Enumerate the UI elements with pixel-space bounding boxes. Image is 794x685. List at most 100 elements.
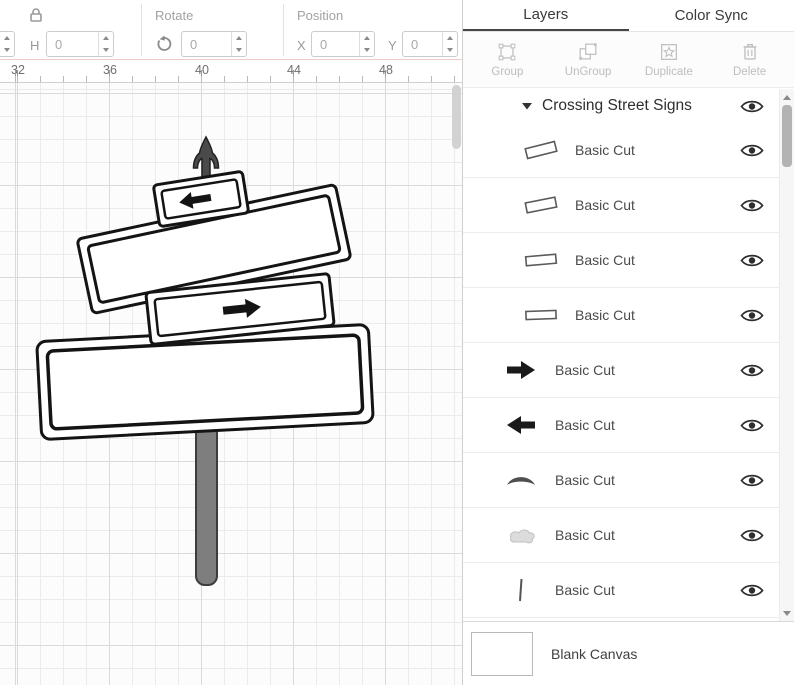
ungroup-button[interactable]: UnGroup <box>553 41 623 78</box>
visibility-toggle[interactable] <box>740 197 764 214</box>
layer-row[interactable]: Basic Cut <box>463 453 794 508</box>
group-button-label: Group <box>491 66 523 78</box>
visibility-toggle[interactable] <box>740 527 764 544</box>
visibility-toggle[interactable] <box>740 472 764 489</box>
eye-icon <box>740 417 764 434</box>
blank-canvas-row[interactable]: Blank Canvas <box>463 621 794 685</box>
toolbar-divider <box>283 4 284 56</box>
layer-list: Crossing Street Signs Basic Cut Basic Cu… <box>463 89 794 621</box>
layer-list-scrollbar[interactable] <box>779 89 794 621</box>
thumb-cap-shape-icon <box>501 466 541 494</box>
width-stepper[interactable] <box>0 31 15 57</box>
blank-sign-bottom <box>37 324 374 439</box>
position-y-stepper[interactable] <box>442 32 457 56</box>
horizontal-ruler: 32 36 40 44 48 <box>0 61 462 83</box>
eye-icon <box>740 307 764 324</box>
visibility-toggle[interactable] <box>740 362 764 379</box>
position-y-value: 0 <box>403 37 442 52</box>
layer-row-label: Basic Cut <box>555 472 615 488</box>
thumb-line-shape-icon <box>501 576 541 604</box>
sign-pole <box>196 419 217 585</box>
layer-row[interactable]: Basic Cut <box>463 563 794 618</box>
position-x-stepper[interactable] <box>359 32 374 56</box>
chevron-down-icon[interactable] <box>521 102 533 110</box>
height-stepper[interactable] <box>98 32 113 56</box>
lock-icon[interactable] <box>28 7 44 23</box>
layer-row-label: Basic Cut <box>575 197 635 213</box>
visibility-toggle[interactable] <box>740 307 764 324</box>
rotate-icon[interactable] <box>155 35 173 53</box>
height-label: H <box>30 38 39 53</box>
eye-icon <box>740 197 764 214</box>
thumb-arrow-left-icon <box>501 411 541 439</box>
layer-row[interactable]: Basic Cut <box>463 398 794 453</box>
position-x-input[interactable]: 0 <box>311 31 375 57</box>
panel-tabs: Layers Color Sync <box>463 0 794 32</box>
design-app-window: H 0 Rotate 0 Position X 0 Y 0 32 36 40 4… <box>0 0 794 685</box>
layer-group-title: Crossing Street Signs <box>542 97 692 115</box>
layer-row[interactable]: Basic Cut <box>463 343 794 398</box>
layer-row[interactable]: Basic Cut <box>463 123 794 178</box>
group-button[interactable]: Group <box>472 41 542 78</box>
eye-icon <box>740 252 764 269</box>
visibility-toggle[interactable] <box>740 417 764 434</box>
delete-icon <box>739 41 761 63</box>
rotate-value: 0 <box>182 37 231 52</box>
visibility-toggle[interactable] <box>740 98 764 115</box>
position-label: Position <box>297 8 343 23</box>
layer-row-label: Basic Cut <box>575 252 635 268</box>
eye-icon <box>740 98 764 115</box>
ungroup-button-label: UnGroup <box>565 66 612 78</box>
eye-icon <box>740 527 764 544</box>
eye-icon <box>740 472 764 489</box>
layer-row[interactable]: Basic Cut <box>463 508 794 563</box>
thumb-arrow-right-icon <box>501 356 541 384</box>
ruler-minor-ticks <box>0 76 462 82</box>
thumb-gray-shape-icon <box>501 521 541 549</box>
layer-row-label: Basic Cut <box>555 417 615 433</box>
canvas-vertical-scrollbar-thumb[interactable] <box>452 85 461 149</box>
blank-canvas-label: Blank Canvas <box>551 646 637 662</box>
duplicate-button-label: Duplicate <box>645 66 693 78</box>
eye-icon <box>740 142 764 159</box>
layer-row-label: Basic Cut <box>555 582 615 598</box>
tab-color-sync[interactable]: Color Sync <box>629 0 794 31</box>
ungroup-icon <box>577 41 599 63</box>
layer-actions-toolbar: Group UnGroup Duplicate Delete <box>463 32 794 88</box>
canvas-color-swatch[interactable] <box>471 632 533 676</box>
layer-group-header[interactable]: Crossing Street Signs <box>463 89 794 123</box>
rotate-label: Rotate <box>155 8 193 23</box>
thumb-sign-flat-icon <box>521 246 561 274</box>
scroll-down-arrow-icon[interactable] <box>780 606 794 620</box>
position-x-label: X <box>297 38 306 53</box>
eye-icon <box>740 582 764 599</box>
design-canvas[interactable] <box>0 83 462 685</box>
visibility-toggle[interactable] <box>740 142 764 159</box>
group-icon <box>496 41 518 63</box>
duplicate-icon <box>658 41 680 63</box>
visibility-toggle[interactable] <box>740 252 764 269</box>
rotate-input[interactable]: 0 <box>181 31 247 57</box>
thumb-sign-tilted-icon <box>521 136 561 164</box>
edit-toolbar: H 0 Rotate 0 Position X 0 Y 0 <box>0 0 462 60</box>
duplicate-button[interactable]: Duplicate <box>634 41 704 78</box>
layer-row[interactable]: Basic Cut <box>463 233 794 288</box>
visibility-toggle[interactable] <box>740 582 764 599</box>
layer-list-scrollbar-thumb[interactable] <box>782 105 792 167</box>
layer-row[interactable]: Basic Cut <box>463 288 794 343</box>
layer-row[interactable]: Basic Cut <box>463 178 794 233</box>
delete-button[interactable]: Delete <box>715 41 785 78</box>
thumb-sign-flat-icon <box>521 301 561 329</box>
eye-icon <box>740 362 764 379</box>
position-y-input[interactable]: 0 <box>402 31 458 57</box>
layer-row-label: Basic Cut <box>575 307 635 323</box>
height-input[interactable]: 0 <box>46 31 114 57</box>
rotate-stepper[interactable] <box>231 32 246 56</box>
tab-color-sync-label: Color Sync <box>675 7 748 24</box>
layer-row-label: Basic Cut <box>555 362 615 378</box>
pole-finial <box>194 137 219 179</box>
scroll-up-arrow-icon[interactable] <box>780 90 794 104</box>
toolbar-divider <box>141 4 142 56</box>
crossing-street-signs-drawing[interactable] <box>0 83 462 685</box>
tab-layers[interactable]: Layers <box>463 0 629 31</box>
